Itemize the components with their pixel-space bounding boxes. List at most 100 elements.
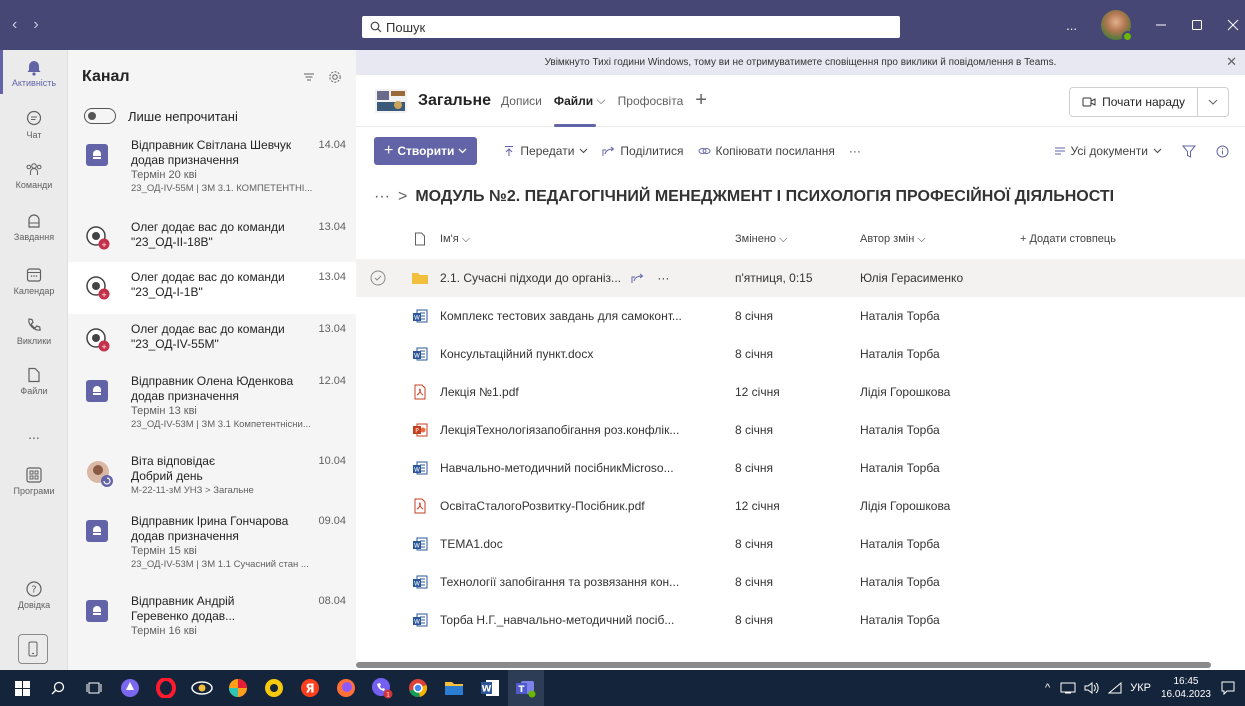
search-input[interactable]: Пошук [362, 16, 900, 38]
svg-text:Я: Я [305, 682, 314, 696]
activity-item[interactable]: Відправник Ірина Гончарова 09.04 додав пр… [68, 506, 356, 586]
file-name[interactable]: Торба Н.Г._навчально-методичний посіб... [440, 613, 735, 627]
rail-more[interactable]: ... [0, 426, 68, 442]
table-row[interactable]: W Консультаційний пункт.docx 8 січня Нат… [356, 335, 1245, 373]
check-circle-icon[interactable] [370, 270, 386, 286]
activity-item[interactable]: Відправник Олена Юденкова 12.04 додав при… [68, 366, 356, 446]
copy-link-button[interactable]: Копіювати посилання [698, 144, 835, 158]
word-icon[interactable]: W [472, 670, 508, 706]
keyboard-language[interactable]: УКР [1130, 682, 1151, 694]
rail-apps[interactable]: Програми [0, 466, 68, 496]
file-author: Наталія Торба [860, 537, 940, 551]
back-arrow-icon[interactable]: ‹ [12, 16, 17, 34]
close-icon[interactable]: ✕ [1226, 54, 1237, 70]
filter-icon[interactable] [1182, 145, 1196, 158]
add-column-button[interactable]: + Додати стовпець [1020, 233, 1116, 245]
search-icon[interactable] [40, 670, 76, 706]
table-row[interactable]: P ЛекціяТехнологіязапобігання роз.конфлі… [356, 411, 1245, 449]
yellow-app-icon[interactable] [256, 670, 292, 706]
view-selector[interactable]: Усі документи [1054, 144, 1163, 158]
rail-files[interactable]: Файли [0, 366, 68, 396]
windows-start-icon[interactable] [4, 670, 40, 706]
tab-profosvita[interactable]: Профосвіта [618, 75, 684, 127]
activity-context: 23_ОД-IV-53М | ЗМ 1.1 Сучасний стан ... [131, 559, 309, 570]
app-circle-icon[interactable] [112, 670, 148, 706]
info-icon[interactable] [1216, 145, 1229, 158]
file-name[interactable]: ОсвітаСталогоРозвитку-Посібник.pdf [440, 499, 735, 513]
table-row[interactable]: W ТЕМА1.doc 8 січня Наталія Торба [356, 525, 1245, 563]
col-name[interactable]: Ім'я ⌵ [440, 233, 735, 246]
breadcrumb-overflow[interactable]: ··· [374, 188, 390, 206]
chevron-down-icon[interactable] [1198, 88, 1228, 116]
colorful-app-icon[interactable] [220, 670, 256, 706]
table-row[interactable]: ОсвітаСталогоРозвитку-Посібник.pdf 12 сі… [356, 487, 1245, 525]
rail-calendar[interactable]: Календар [0, 266, 68, 296]
more-options-button[interactable]: ... [1066, 18, 1077, 33]
yandex-browser-icon[interactable]: Я [292, 670, 328, 706]
share-icon[interactable] [631, 272, 644, 284]
notification-icon[interactable] [1221, 681, 1235, 695]
file-name[interactable]: Технології запобігання та розвязання кон… [440, 575, 735, 589]
activity-item[interactable]: Віта відповідає 10.04 Добрий день М-22-11… [68, 446, 356, 506]
network-icon[interactable] [1060, 682, 1076, 694]
chrome-icon[interactable] [400, 670, 436, 706]
table-row[interactable]: W Торба Н.Г._навчально-методичний посіб.… [356, 601, 1245, 639]
mobile-app-button[interactable] [18, 634, 48, 664]
rail-assignments[interactable]: Завдання [0, 212, 68, 242]
eye-app-icon[interactable] [184, 670, 220, 706]
horizontal-scrollbar[interactable] [356, 662, 1211, 668]
rail-calls[interactable]: Виклики [0, 316, 68, 346]
opera-icon[interactable] [148, 670, 184, 706]
volume-icon[interactable] [1084, 682, 1100, 694]
activity-item[interactable]: Відправник Андрій 08.04 Геревенко додав..… [68, 586, 356, 656]
activity-title: Відправник Ірина Гончарова [131, 514, 289, 528]
add-tab-icon[interactable]: + [695, 75, 707, 127]
row-more-button[interactable]: ··· [657, 271, 669, 285]
maximize-icon[interactable] [1191, 19, 1203, 31]
chevron-up-icon[interactable]: ^ [1045, 682, 1050, 694]
rail-teams[interactable]: Команди [0, 160, 68, 190]
create-button[interactable]: + Створити [374, 137, 478, 165]
minimize-icon[interactable] [1155, 19, 1167, 31]
tab-posts[interactable]: Дописи [501, 75, 542, 127]
task-view-icon[interactable] [76, 670, 112, 706]
teams-taskbar-icon[interactable]: T [508, 670, 544, 706]
profile-avatar[interactable] [1101, 10, 1133, 42]
share-button[interactable]: Поділитися [602, 144, 684, 158]
activity-item[interactable]: + Олег додає вас до команди 13.04 "23_ОД-… [68, 262, 356, 314]
activity-item[interactable]: + Олег додає вас до команди 13.04 "23_ОД-… [68, 314, 356, 366]
rail-activity[interactable]: Активність [0, 50, 68, 94]
rail-chat[interactable]: Чат [0, 110, 68, 140]
viber-icon[interactable]: 1 [364, 670, 400, 706]
col-modified[interactable]: Змінено ⌵ [735, 233, 860, 246]
unread-toggle[interactable] [84, 108, 116, 124]
filter-icon[interactable] [302, 70, 316, 84]
table-row[interactable]: 2.1. Сучасні підходи до організ... ··· п… [356, 259, 1245, 297]
rail-help[interactable]: ? Довідка [0, 580, 68, 610]
file-name[interactable]: Консультаційний пункт.docx [440, 347, 735, 361]
table-row[interactable]: W Комплекс тестових завдань для самоконт… [356, 297, 1245, 335]
file-explorer-icon[interactable] [436, 670, 472, 706]
file-name[interactable]: Навчально-методичний посібникMicroso... [440, 461, 735, 475]
file-name[interactable]: ТЕМА1.doc [440, 537, 735, 551]
forward-arrow-icon[interactable]: › [33, 16, 38, 34]
file-name[interactable]: Комплекс тестових завдань для самоконт..… [440, 309, 735, 323]
table-row[interactable]: Лекція №1.pdf 12 січня Лідія Горошкова [356, 373, 1245, 411]
col-author[interactable]: Автор змін ⌵ [860, 233, 1020, 246]
clock[interactable]: 16:45 16.04.2023 [1161, 675, 1211, 701]
upload-button[interactable]: Передати [503, 144, 588, 158]
more-commands-button[interactable]: ··· [849, 144, 861, 158]
start-meeting-button[interactable]: Почати нараду [1069, 87, 1229, 117]
close-icon[interactable] [1227, 19, 1239, 31]
activity-item[interactable]: + Олег додає вас до команди 13.04 "23_ОД-… [68, 212, 356, 262]
table-row[interactable]: W Навчально-методичний посібникMicroso..… [356, 449, 1245, 487]
file-name[interactable]: ЛекціяТехнологіязапобігання роз.конфлік.… [440, 423, 735, 437]
file-name[interactable]: Лекція №1.pdf [440, 385, 735, 399]
file-name[interactable]: 2.1. Сучасні підходи до організ... ··· [440, 271, 735, 285]
wifi-icon[interactable] [1108, 682, 1122, 694]
table-row[interactable]: W Технології запобігання та розвязання к… [356, 563, 1245, 601]
upload-label: Передати [520, 144, 575, 158]
gear-icon[interactable] [328, 70, 342, 84]
tab-files[interactable]: Файли ⌵ [553, 75, 606, 127]
firefox-icon[interactable] [328, 670, 364, 706]
